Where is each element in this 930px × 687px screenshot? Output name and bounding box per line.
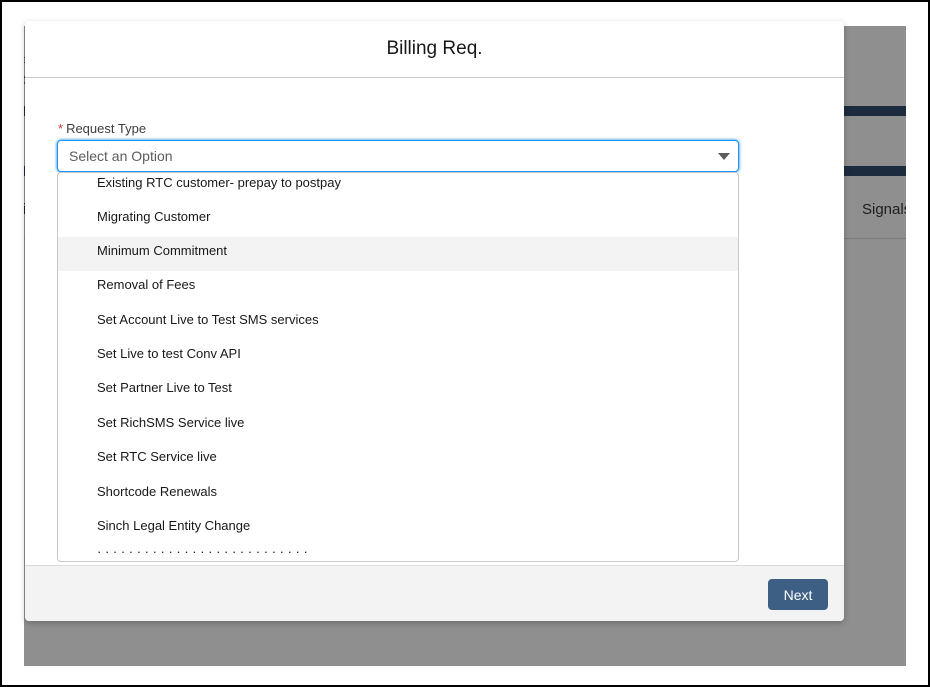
request-type-label-text: Request Type [66, 121, 147, 136]
dropdown-option[interactable]: Removal of Fees [58, 271, 738, 305]
request-type-placeholder: Select an Option [69, 148, 173, 164]
option-label: Migrating Customer [97, 209, 211, 224]
billing-request-modal: Billing Req. * Request Type Select an Opt… [25, 21, 844, 621]
option-label: Sinch Legal Entity Change [97, 518, 251, 533]
request-type-listbox[interactable]: Existing RTC customer- prepay to postpay… [57, 172, 739, 562]
dropdown-option[interactable]: Set Partner Live to Test [58, 374, 738, 408]
option-label-clipped: · · · · · · · · · · · · · · · · · · · · … [97, 544, 308, 559]
dropdown-option-hovered[interactable]: Minimum Commitment [58, 237, 738, 271]
dropdown-option[interactable]: Set Account Live to Test SMS services [58, 306, 738, 340]
option-label: Set Live to test Conv API [97, 346, 241, 361]
option-label: Minimum Commitment [97, 243, 228, 258]
dropdown-option[interactable]: Existing RTC customer- prepay to postpay [58, 173, 738, 203]
modal-title: Billing Req. [386, 38, 483, 59]
option-label: Set RTC Service live [97, 449, 217, 464]
dropdown-option[interactable]: Shortcode Renewals [58, 478, 738, 512]
required-marker: * [58, 121, 64, 136]
option-label: Set Account Live to Test SMS services [97, 312, 319, 327]
option-label: Existing RTC customer- prepay to postpay [97, 175, 341, 190]
background-tab-right: Signals [862, 201, 906, 218]
dropdown-option[interactable]: Set RTC Service live [58, 443, 738, 477]
dropdown-option[interactable]: Set RichSMS Service live [58, 409, 738, 443]
dropdown-option[interactable]: Set Live to test Conv API [58, 340, 738, 374]
option-label: Set Partner Live to Test [97, 380, 232, 395]
request-type-label: * Request Type [58, 121, 146, 136]
dropdown-option[interactable]: Sinch Legal Entity Change [58, 512, 738, 546]
screenshot-frame: atus ctive itie Signals ▲ ▼ ▦ Billing Re… [0, 0, 930, 687]
modal-footer: Next [25, 565, 844, 621]
modal-header: Billing Req. [25, 21, 844, 78]
option-label: Shortcode Renewals [97, 484, 217, 499]
option-label: Removal of Fees [97, 277, 196, 292]
next-button[interactable]: Next [768, 579, 828, 610]
chevron-down-icon [718, 153, 730, 160]
option-label: Set RichSMS Service live [97, 415, 245, 430]
dropdown-option[interactable]: Migrating Customer [58, 203, 738, 237]
dropdown-option-partial[interactable]: · · · · · · · · · · · · · · · · · · · · … [58, 544, 738, 561]
request-type-combobox[interactable]: Select an Option [57, 140, 739, 172]
